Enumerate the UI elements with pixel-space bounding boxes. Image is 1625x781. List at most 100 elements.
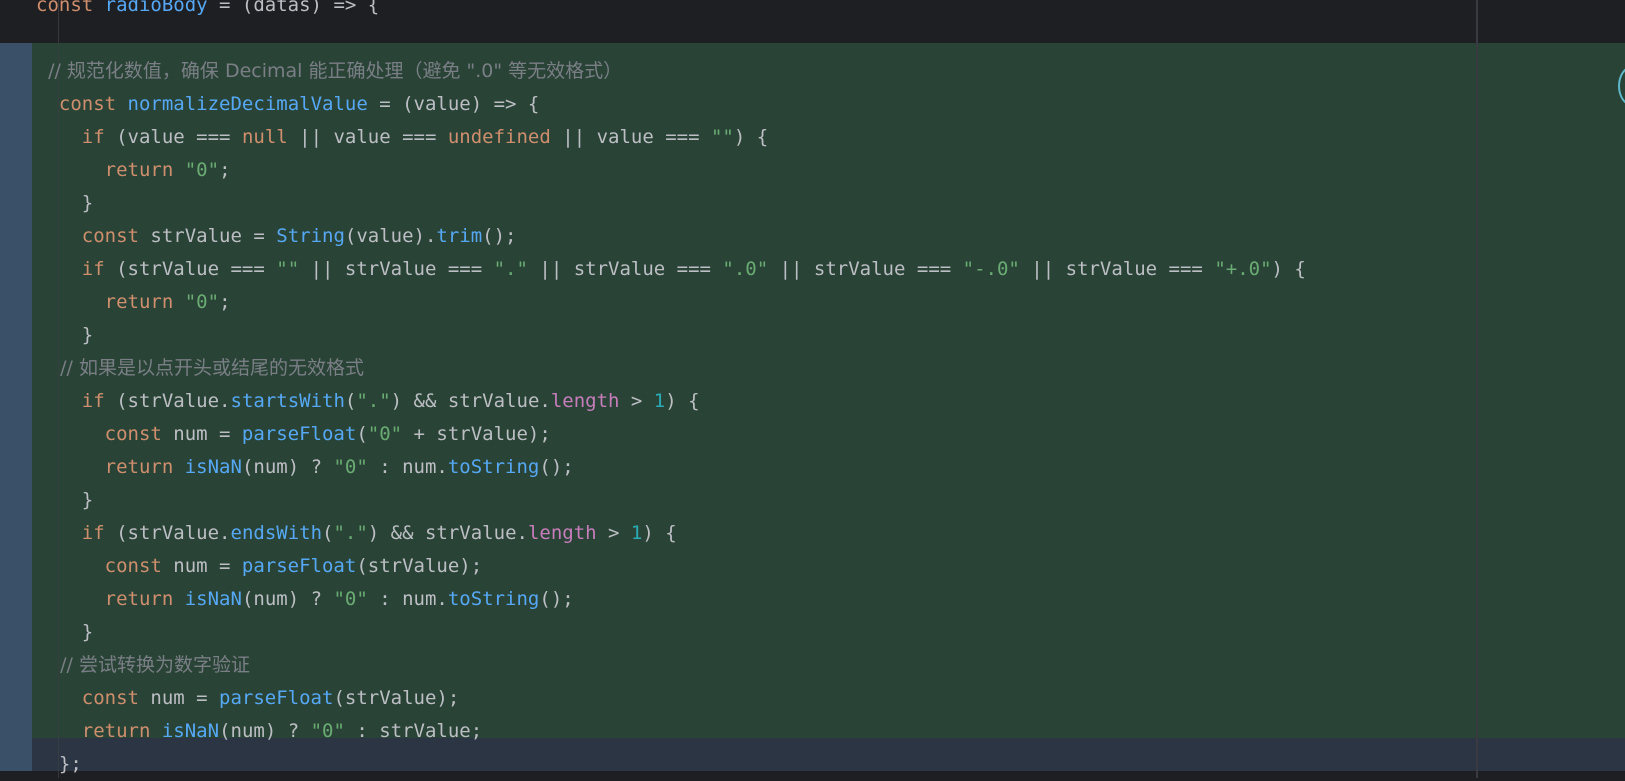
token-text: (value).	[344, 225, 437, 247]
token-fn: parseFloat	[219, 687, 334, 709]
token-kw: const	[104, 555, 162, 577]
code-line[interactable]: return isNaN(num) ? "0" : num.toString()…	[36, 451, 574, 484]
token-kw: if	[81, 258, 105, 280]
token-kw: return	[104, 588, 174, 610]
token-kw: const	[104, 423, 162, 445]
token-text: = (datas) => {	[207, 0, 380, 16]
token-text: : num.	[367, 588, 448, 610]
code-line[interactable]: const strValue = String(value).trim();	[36, 220, 517, 253]
code-line[interactable]: const num = parseFloat(strValue);	[36, 550, 483, 583]
token-text: ) && strValue.	[390, 390, 551, 412]
token-fn: toString	[447, 588, 540, 610]
token-str: "0"	[333, 588, 368, 610]
token-kw: const	[81, 225, 139, 247]
token-text: ;	[219, 159, 231, 181]
token-text: (num) ?	[241, 588, 334, 610]
code-line[interactable]: return "0";	[36, 154, 231, 187]
token-text: ();	[539, 588, 574, 610]
token-text: ) {	[665, 390, 700, 412]
token-cm: // 尝试转换为数字验证	[36, 654, 251, 676]
token-fn: String	[276, 225, 345, 247]
code-line[interactable]: if (value === null || value === undefine…	[36, 121, 768, 154]
code-line[interactable]: return isNaN(num) ? "0" : strValue;	[36, 715, 482, 748]
gutter	[0, 0, 32, 43]
token-text: ();	[482, 225, 517, 247]
token-text: (value ===	[104, 126, 242, 148]
token-str: "-.0"	[962, 258, 1020, 280]
token-str: "."	[333, 522, 368, 544]
code-line[interactable]: // 规范化数值，确保 Decimal 能正确处理（避免 ".0" 等无效格式）	[36, 55, 622, 88]
token-fn: toString	[447, 456, 540, 478]
token-text: >	[596, 522, 631, 544]
code-line[interactable]: // 如果是以点开头或结尾的无效格式	[36, 352, 364, 385]
token-text: (	[344, 390, 357, 412]
token-text: strValue =	[138, 225, 277, 247]
token-prop: length	[550, 390, 620, 412]
token-text: (strValue ===	[104, 258, 277, 280]
token-num: 1	[630, 522, 643, 544]
code-line[interactable]: const radioBody = (datas) => {	[36, 0, 379, 22]
token-str: "0"	[184, 159, 220, 181]
token-str: "+.0"	[1214, 258, 1272, 280]
code-line[interactable]: const normalizeDecimalValue = (value) =>…	[36, 88, 539, 121]
token-fn: endsWith	[230, 522, 323, 544]
token-text: || strValue ===	[768, 258, 963, 280]
token-text: >	[619, 390, 654, 412]
code-line[interactable]: const num = parseFloat("0" + strValue);	[36, 418, 551, 451]
token-kw: return	[81, 720, 151, 742]
code-line[interactable]: return "0";	[36, 286, 231, 319]
token-text: : strValue;	[344, 720, 483, 742]
token-kw: if	[81, 126, 105, 148]
code-line[interactable]: const num = parseFloat(strValue);	[36, 682, 460, 715]
token-text: ) {	[733, 126, 769, 148]
code-line[interactable]: if (strValue === "" || strValue === "." …	[36, 253, 1306, 286]
code-line[interactable]: };	[36, 748, 82, 781]
token-fn: isNaN	[161, 720, 220, 742]
code-line[interactable]: }	[36, 484, 93, 517]
token-fn: radioBody	[104, 0, 208, 16]
token-str: ""	[276, 258, 300, 280]
token-str: "0"	[367, 423, 403, 445]
token-text: (num) ?	[241, 456, 334, 478]
editor-bottom-edge	[0, 771, 1625, 778]
token-kw: undefined	[447, 126, 551, 148]
token-text: || strValue ===	[299, 258, 494, 280]
token-kw: return	[104, 159, 174, 181]
token-text: num =	[161, 555, 242, 577]
token-text: num =	[161, 423, 242, 445]
token-num: 1	[653, 390, 666, 412]
token-fn: normalizeDecimalValue	[127, 93, 368, 115]
code-line[interactable]: }	[36, 187, 93, 220]
token-text: || strValue ===	[1019, 258, 1215, 280]
code-line[interactable]: }	[36, 616, 93, 649]
code-line[interactable]: return isNaN(num) ? "0" : num.toString()…	[36, 583, 574, 616]
token-str: "."	[356, 390, 391, 412]
token-text: || strValue ===	[527, 258, 723, 280]
token-kw: const	[36, 0, 94, 16]
token-fn: startsWith	[230, 390, 345, 412]
code-line[interactable]: }	[36, 319, 93, 352]
code-editor[interactable]: const radioBody = (datas) => { // 规范化数值，…	[0, 0, 1625, 778]
diff-change-marker[interactable]	[0, 43, 32, 771]
code-line[interactable]: if (strValue.endsWith(".") && strValue.l…	[36, 517, 677, 550]
code-line[interactable]: // 尝试转换为数字验证	[36, 649, 250, 682]
token-str: "0"	[333, 456, 368, 478]
code-line[interactable]: if (strValue.startsWith(".") && strValue…	[36, 385, 700, 418]
token-kw: return	[104, 291, 174, 313]
token-text: ) {	[1271, 258, 1306, 280]
token-text: ) {	[642, 522, 677, 544]
token-text: };	[36, 753, 82, 775]
token-text: ) && strValue.	[367, 522, 528, 544]
